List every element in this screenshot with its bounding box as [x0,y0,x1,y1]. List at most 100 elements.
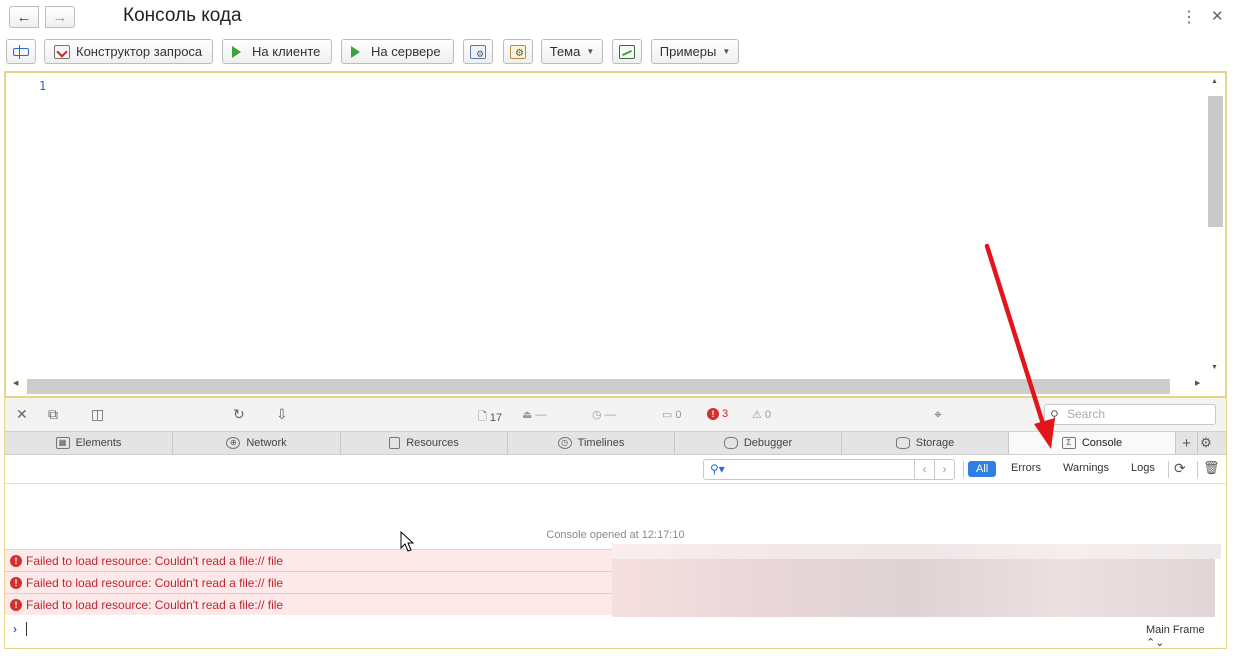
document-icon: 🗋 [478,411,487,423]
run-on-client-button[interactable]: На клиенте [222,39,332,64]
resources-icon [389,437,401,449]
dock-side-icon[interactable]: ◫ [91,406,104,423]
error-count[interactable]: ! 3 [707,408,728,420]
redacted-area [612,544,1221,559]
tab-timelines[interactable]: ◷ Timelines [508,432,675,454]
devtools-search-input[interactable]: ⚲ Search [1044,404,1216,425]
horizontal-scrollbar[interactable]: ◀ ▶ [9,379,1207,394]
query-builder-label: Конструктор запроса [76,44,203,59]
arrow-left-icon: ← [16,8,32,26]
search-icon: ⚲▾ [710,462,725,476]
divider [963,461,964,478]
close-window-icon[interactable]: ✕ [1211,7,1224,25]
message-icon: ▭ [662,409,673,421]
preserve-log-icon[interactable]: ⟳ [1174,460,1186,477]
clock-icon: ◷ [592,409,602,421]
frame-selector[interactable]: Main Frame ⌃⌄ [1146,624,1226,649]
vertical-scroll-thumb[interactable] [1208,96,1223,227]
code-editor[interactable]: 1 ▲ ▼ ◀ ▶ [5,72,1226,397]
next-match-icon[interactable]: › [934,460,954,479]
console-prompt-icon: › [13,622,17,636]
chart-icon [619,44,635,59]
add-tab-button[interactable]: + [1176,432,1198,454]
trash-icon[interactable]: 🗑 [1203,460,1220,476]
pin-icon [13,44,29,59]
console-error-row[interactable]: ! Failed to load resource: Couldn't read … [5,593,612,615]
console-output: Console opened at 12:17:10 ! Failed to lo… [5,484,1226,649]
scroll-up-icon[interactable]: ▲ [1206,78,1223,85]
error-icon: ! [10,576,22,589]
forward-button[interactable]: → [45,6,75,28]
horizontal-scroll-thumb[interactable] [27,379,1170,394]
reload-page-icon[interactable]: ↻ [233,406,245,423]
weight-icon: ⏏ [522,409,533,421]
chevron-down-icon: ▼ [722,47,731,56]
vertical-scrollbar[interactable]: ▲ ▼ [1206,76,1223,378]
tab-console[interactable]: Σ Console [1009,432,1176,454]
run-on-server-button[interactable]: На сервере [341,39,454,64]
chart-button[interactable] [612,39,642,64]
tab-elements[interactable]: ▦ Elements [5,432,173,454]
title-bar: ← → Консоль кода ⋮ ✕ [0,0,1234,34]
more-options-icon[interactable]: ⋮ [1181,7,1197,27]
redacted-area [612,559,1215,588]
filter-logs[interactable]: Logs [1131,462,1155,474]
play-icon [351,45,360,58]
load-time[interactable]: ◷ — [592,408,616,422]
gear-icon: ⚙ [510,44,526,59]
search-icon: ⚲ [1050,408,1059,422]
tab-debugger[interactable]: Debugger [675,432,842,454]
elements-icon: ▦ [55,437,70,449]
tab-network[interactable]: ⊕ Network [173,432,341,454]
devtools-tab-bar: ▦ Elements ⊕ Network Resources ◷ Timelines … [5,431,1226,455]
divider [1168,461,1169,478]
console-search-input[interactable]: ⚲▾ ‹ › [703,459,955,480]
close-devtools-icon[interactable]: ✕ [16,406,28,423]
redacted-area [612,588,1215,617]
undock-icon[interactable]: ⧉ [48,406,58,423]
error-icon: ! [10,598,22,611]
console-error-row[interactable]: ! Failed to load resource: Couldn't read … [5,549,612,571]
examples-label: Примеры [659,44,717,59]
warning-count[interactable]: ⚠ 0 [752,408,771,422]
resource-count[interactable]: 🗋 17 [478,408,502,427]
error-icon: ! [707,408,719,420]
pin-button[interactable] [6,39,36,64]
download-icon[interactable]: ⇩ [276,406,288,423]
crosshair-icon[interactable]: ⌖ [934,406,942,423]
gear-icon: ⚙ [1200,435,1212,450]
examples-dropdown[interactable]: Примеры ▼ [651,39,739,64]
resource-size[interactable]: ⏏ — [522,408,546,422]
chevron-updown-icon: ⌃⌄ [1146,637,1165,649]
filter-all[interactable]: All [968,461,997,477]
console-filter-bar: ⚲▾ ‹ › All Errors Warnings Logs ⟳ 🗑 [5,455,1226,484]
error-icon: ! [10,554,22,567]
console-error-row[interactable]: ! Failed to load resource: Couldn't read … [5,571,612,593]
previous-match-icon[interactable]: ‹ [914,460,934,479]
console-input[interactable] [26,622,27,636]
console-opened-message: Console opened at 12:17:10 [546,529,685,541]
devtools-settings-button[interactable]: ⚙ [1198,432,1214,454]
scroll-left-icon[interactable]: ◀ [13,379,18,387]
scroll-right-icon[interactable]: ▶ [1195,379,1200,387]
warning-icon: ⚠ [752,409,762,421]
storage-icon [895,437,910,449]
settings-doc-button[interactable]: ⚙ [463,39,493,64]
tab-resources[interactable]: Resources [341,432,508,454]
plus-icon: + [1182,434,1191,452]
back-button[interactable]: ← [9,6,39,28]
filter-warnings[interactable]: Warnings [1063,462,1109,474]
arrow-right-icon: → [52,8,68,26]
theme-label: Тема [549,44,581,59]
log-count[interactable]: ▭ 0 [662,408,682,422]
page-title: Консоль кода [123,5,242,26]
theme-dropdown[interactable]: Тема ▼ [541,39,603,64]
settings-button[interactable]: ⚙ [503,39,533,64]
divider [1197,461,1198,478]
filter-errors[interactable]: Errors [1011,462,1041,474]
tab-storage[interactable]: Storage [842,432,1009,454]
scroll-down-icon[interactable]: ▼ [1206,364,1223,371]
document-gear-icon: ⚙ [470,44,486,59]
run-on-server-label: На сервере [371,44,441,59]
query-builder-button[interactable]: Конструктор запроса [44,39,213,64]
